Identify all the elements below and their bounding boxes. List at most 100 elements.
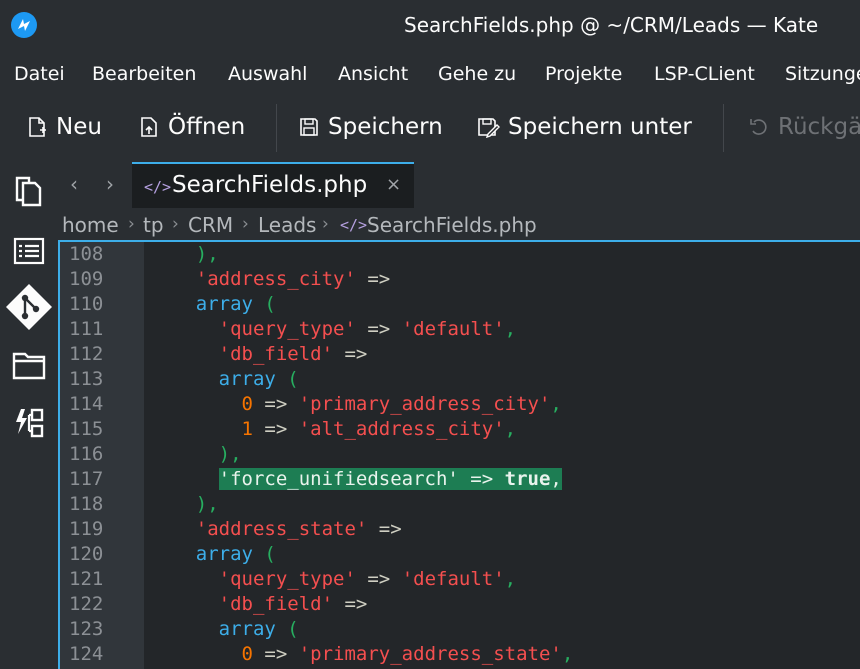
kate-app-icon[interactable]	[10, 11, 38, 39]
line-number: 109	[69, 268, 104, 290]
code-text: 'db_field' =>	[218, 343, 368, 365]
code-line[interactable]: 124 0 => 'primary_address_state',	[60, 643, 860, 668]
code-line[interactable]: 111 'query_type' => 'default',	[60, 318, 860, 343]
code-text: ),	[195, 243, 219, 265]
line-number: 121	[69, 568, 104, 590]
line-number: 122	[69, 593, 104, 615]
documents-icon[interactable]	[12, 174, 46, 208]
nav-forward-button[interactable]: ›	[106, 172, 114, 196]
search-highlight: 'force_unifiedsearch' => true,	[218, 468, 562, 490]
save-button[interactable]: Speichern	[298, 114, 443, 140]
breadcrumb-file[interactable]: SearchFields.php	[367, 213, 537, 237]
chevron-right-icon: ›	[242, 214, 249, 234]
tab-searchfields-php[interactable]: </> SearchFields.php ×	[132, 162, 414, 208]
breadcrumb-home[interactable]: home	[62, 213, 119, 237]
code-line[interactable]: 114 0 => 'primary_address_city',	[60, 393, 860, 418]
php-file-icon: </>	[340, 216, 368, 234]
code-line[interactable]: 113 array (	[60, 368, 860, 393]
save-as-icon	[478, 118, 500, 138]
symbols-list-icon[interactable]	[12, 234, 46, 268]
undo-icon	[750, 119, 767, 135]
code-text: 0 => 'primary_address_city',	[241, 393, 562, 415]
code-text: 'query_type' => 'default',	[218, 318, 517, 340]
code-editor[interactable]: 108 ), 109 'address_city' => 110 array (11…	[58, 240, 860, 669]
plugin-icon[interactable]	[12, 406, 46, 440]
chevron-right-icon: ›	[322, 214, 329, 234]
folder-icon[interactable]	[12, 348, 46, 382]
line-number: 114	[69, 393, 104, 415]
line-number: 116	[69, 443, 104, 465]
tab-label: SearchFields.php	[172, 172, 368, 198]
code-text: 0 => 'primary_address_state',	[241, 643, 574, 665]
code-text: 'address_state' =>	[195, 518, 402, 540]
code-text: array (	[218, 618, 299, 640]
open-button-label: Öffnen	[168, 114, 246, 140]
save-button-label: Speichern	[328, 114, 443, 140]
line-number: 118	[69, 493, 104, 515]
code-text: 'query_type' => 'default',	[218, 568, 517, 590]
code-text: 'force_unifiedsearch' => true,	[150, 468, 562, 490]
nav-back-button[interactable]: ‹	[70, 172, 78, 196]
line-number: 120	[69, 543, 104, 565]
code-line[interactable]: 121 'query_type' => 'default',	[60, 568, 860, 593]
menu-sitzungen[interactable]: Sitzungen	[785, 63, 860, 85]
code-text: 'db_field' =>	[218, 593, 368, 615]
menu-gehe-zu[interactable]: Gehe zu	[438, 63, 516, 85]
code-text: array (	[218, 368, 299, 390]
close-icon[interactable]: ×	[386, 174, 401, 195]
menu-datei[interactable]: Datei	[14, 63, 65, 85]
code-line[interactable]: 122 'db_field' =>	[60, 593, 860, 618]
toolbar-separator	[723, 104, 724, 152]
menu-lsp-client[interactable]: LSP-CLient	[654, 63, 755, 85]
chevron-right-icon: ›	[172, 214, 179, 234]
line-number: 123	[69, 618, 104, 640]
code-line[interactable]: 109 'address_city' =>	[60, 268, 860, 293]
code-line[interactable]: 117 'force_unifiedsearch' => true,	[60, 468, 860, 493]
menu-bar: Datei Bearbeiten Auswahl Ansicht Gehe zu…	[0, 52, 860, 98]
code-text: 1 => 'alt_address_city',	[241, 418, 517, 440]
code-line[interactable]: 116 ),	[60, 443, 860, 468]
code-line[interactable]: 119 'address_state' =>	[60, 518, 860, 543]
menu-bearbeiten[interactable]: Bearbeiten	[92, 63, 196, 85]
code-line[interactable]: 108 ),	[60, 243, 860, 268]
code-text: ),	[218, 443, 242, 465]
code-line[interactable]: 123 array (	[60, 618, 860, 643]
undo-button[interactable]: Rückgängig	[748, 114, 860, 140]
line-number: 119	[69, 518, 104, 540]
breadcrumb-crm[interactable]: CRM	[188, 213, 233, 237]
code-line[interactable]: 120 array (	[60, 543, 860, 568]
line-number: 113	[69, 368, 104, 390]
php-file-icon: </>	[144, 178, 172, 196]
new-document-icon	[29, 117, 46, 137]
save-icon	[300, 118, 318, 136]
undo-button-label: Rückgängig	[778, 114, 860, 140]
save-as-button-label: Speichern unter	[508, 114, 692, 140]
main-toolbar: Neu Öffnen Speichern Speichern unter Rüc…	[0, 98, 860, 160]
code-line[interactable]: 115 1 => 'alt_address_city',	[60, 418, 860, 443]
git-icon[interactable]	[0, 278, 58, 336]
code-text: 'address_city' =>	[195, 268, 391, 290]
code-text: ),	[195, 493, 219, 515]
breadcrumb-tp[interactable]: tp	[143, 213, 164, 237]
code-text: array (	[195, 543, 276, 565]
title-bar: SearchFields.php @ ~/CRM/Leads — Kate	[0, 0, 860, 52]
code-line[interactable]: 118 ),	[60, 493, 860, 518]
window-title: SearchFields.php @ ~/CRM/Leads — Kate	[404, 13, 819, 37]
open-button[interactable]: Öffnen	[138, 114, 245, 140]
menu-projekte[interactable]: Projekte	[545, 63, 622, 85]
open-document-icon	[141, 117, 157, 137]
save-as-button[interactable]: Speichern unter	[476, 114, 692, 140]
line-number: 110	[69, 293, 104, 315]
toolbar-separator	[276, 104, 277, 152]
line-number: 124	[69, 643, 104, 665]
breadcrumb: home › tp › CRM › Leads › </> SearchFiel…	[58, 208, 860, 240]
code-line[interactable]: 112 'db_field' =>	[60, 343, 860, 368]
code-text: array (	[195, 293, 276, 315]
code-line[interactable]: 110 array (	[60, 293, 860, 318]
breadcrumb-leads[interactable]: Leads	[258, 213, 316, 237]
new-button[interactable]: Neu	[26, 114, 102, 140]
menu-ansicht[interactable]: Ansicht	[338, 63, 408, 85]
line-number: 112	[69, 343, 104, 365]
line-number: 108	[69, 243, 104, 265]
menu-auswahl[interactable]: Auswahl	[228, 63, 307, 85]
